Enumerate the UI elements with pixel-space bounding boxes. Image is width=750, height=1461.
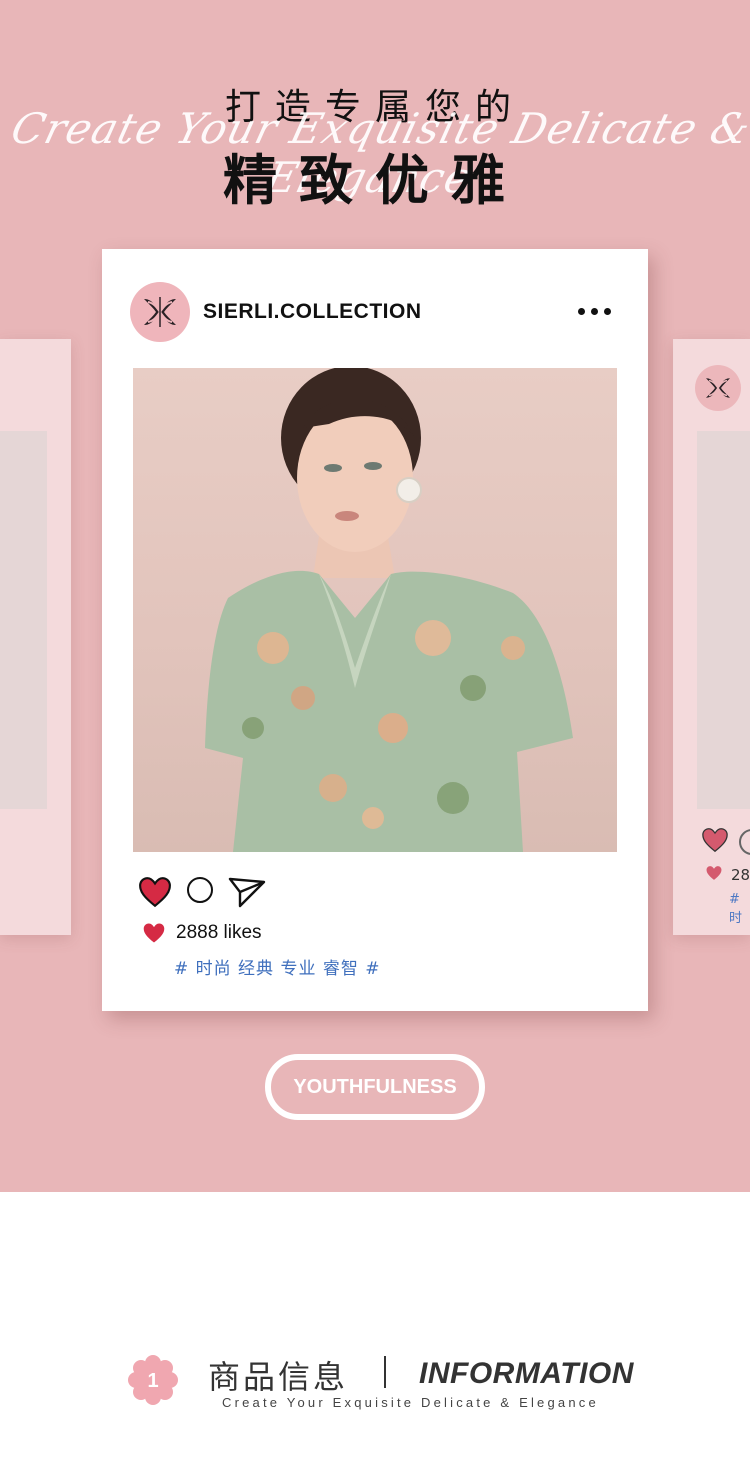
flower-badge-icon: 1 — [128, 1355, 178, 1405]
paper-plane-icon[interactable] — [228, 876, 266, 908]
side-card-tags: # 时 — [729, 892, 743, 926]
side-card-photo-placeholder — [697, 431, 750, 809]
hero-section: 打造专属您的 Create Your Exquisite Delicate & … — [0, 0, 750, 1192]
more-options-button[interactable] — [572, 301, 616, 321]
heart-icon — [702, 828, 728, 853]
heart-icon — [706, 866, 722, 880]
side-card-left — [0, 339, 71, 935]
more-dots-icon — [603, 307, 611, 315]
sierli-logo-icon — [144, 297, 176, 327]
post-photo[interactable] — [133, 368, 617, 852]
model-photo-illustration — [205, 368, 573, 852]
side-card-right: 288 # 时 — [673, 339, 750, 935]
side-card-likes: 288 — [731, 866, 750, 884]
comment-circle-icon — [739, 829, 750, 855]
post-card: SIERLI.COLLECTION 2888 likes # 时尚 经典 专业 … — [102, 249, 648, 1011]
info-title-en: INFORMATION — [419, 1357, 634, 1390]
heart-icon[interactable] — [138, 876, 172, 908]
info-title-cn: 商品信息 — [208, 1358, 349, 1396]
post-username[interactable]: SIERLI.COLLECTION — [203, 300, 422, 324]
sierli-logo-icon — [706, 378, 730, 398]
post-hashtags[interactable]: # 时尚 经典 专业 睿智 # — [174, 954, 381, 979]
likes-count[interactable]: 2888 likes — [176, 922, 262, 944]
youthfulness-button[interactable]: YOUTHFULNESS — [265, 1054, 485, 1120]
heart-icon — [143, 923, 165, 943]
more-dots-icon — [577, 307, 585, 315]
more-dots-icon — [590, 307, 598, 315]
info-divider — [384, 1356, 386, 1388]
side-card-avatar — [695, 365, 741, 411]
comment-circle-icon[interactable] — [187, 877, 213, 903]
headline-line-2: 精致优雅 — [223, 149, 527, 212]
side-card-photo-placeholder — [0, 431, 47, 809]
badge-number: 1 — [147, 1370, 158, 1392]
brand-avatar[interactable] — [130, 282, 190, 342]
info-subtitle: Create Your Exquisite Delicate & Eleganc… — [222, 1395, 599, 1410]
